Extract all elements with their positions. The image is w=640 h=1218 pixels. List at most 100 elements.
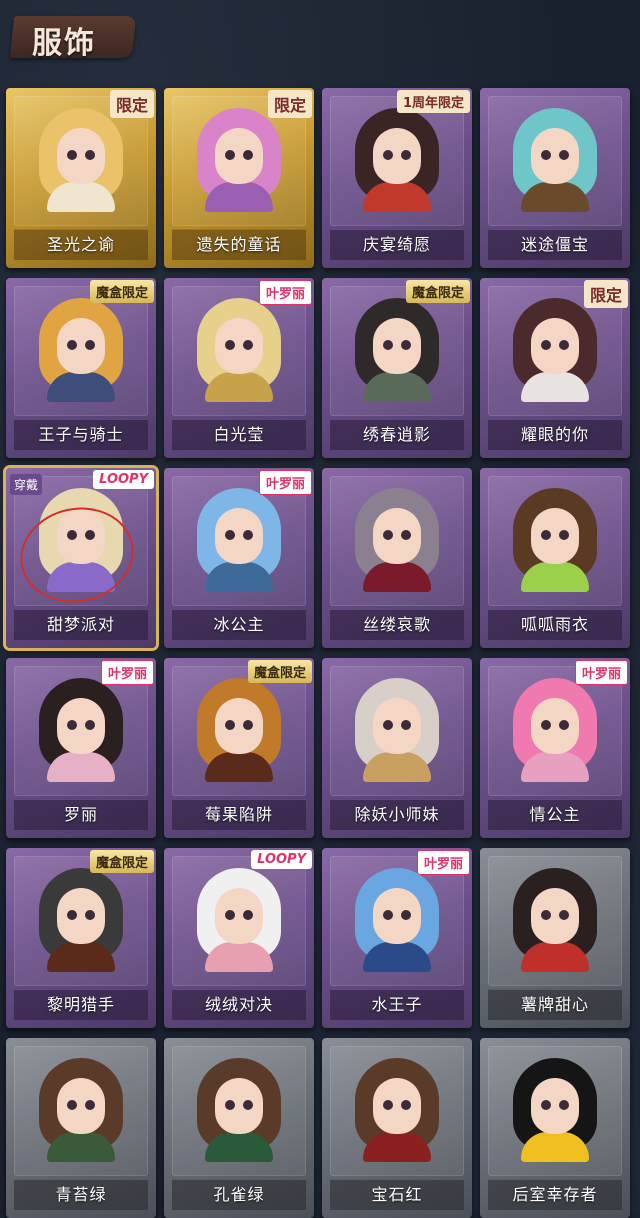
portrait-eye [541,340,551,350]
portrait-face [57,1078,105,1134]
portrait-eye [559,530,569,540]
portrait-eye [243,720,253,730]
costume-card[interactable]: LOOPY 绒绒对决 [164,848,314,1028]
portrait-face [57,888,105,944]
card-badge: 魔盒限定 [405,280,470,303]
costume-name: 罗丽 [14,799,148,830]
costume-name: 庆宴绮愿 [330,229,464,260]
costume-card[interactable]: 魔盒限定 莓果陷阱 [164,658,314,838]
card-badge: 魔盒限定 [89,280,154,303]
costume-card[interactable]: 孔雀绿 [164,1038,314,1218]
character-portrait [187,102,291,212]
character-portrait [187,672,291,782]
portrait-eye [541,910,551,920]
character-portrait [187,292,291,402]
card-badge: 叶罗丽 [258,280,312,305]
portrait-face [215,1078,263,1134]
portrait-eye [541,1100,551,1110]
character-portrait [29,102,133,212]
character-portrait [29,672,133,782]
card-badge: 叶罗丽 [416,850,470,875]
portrait-eye [85,720,95,730]
portrait-face [373,318,421,374]
portrait-eye [225,720,235,730]
portrait-eye [225,530,235,540]
portrait-eye [383,910,393,920]
character-portrait [503,102,607,212]
portrait-eye [401,340,411,350]
portrait-eye [243,910,253,920]
costume-card[interactable]: 穿戴 LOOPY 甜梦派对 [6,468,156,648]
costume-card[interactable]: 叶罗丽 白光莹 [164,278,314,458]
costume-card[interactable]: 叶罗丽罗丽 [6,658,156,838]
card-badge: 叶罗丽 [258,470,312,495]
costume-card[interactable]: 魔盒限定 黎明猎手 [6,848,156,1028]
character-portrait [187,862,291,972]
costume-card[interactable]: 叶罗丽 水王子 [322,848,472,1028]
character-portrait [29,1052,133,1162]
portrait-eye [383,530,393,540]
card-badge: 叶罗丽 [100,660,154,685]
costume-name: 薯牌甜心 [488,989,622,1020]
character-portrait [187,482,291,592]
costume-card[interactable]: 后室幸存者 [480,1038,630,1218]
character-portrait [345,292,449,402]
costume-card[interactable]: 魔盒限定王子与骑士 [6,278,156,458]
portrait-eye [85,1100,95,1110]
costume-card[interactable]: 薯牌甜心 [480,848,630,1028]
card-badge: 限定 [583,280,628,308]
costume-card[interactable]: 青苔绿 [6,1038,156,1218]
page-title: 服饰 [32,26,96,61]
portrait-face [531,128,579,184]
portrait-eye [559,720,569,730]
portrait-eye [225,1100,235,1110]
costume-card[interactable]: 限定 遗失的童话 [164,88,314,268]
portrait-eye [383,720,393,730]
card-badge: 限定 [109,90,154,118]
costume-name: 耀眼的你 [488,419,622,450]
portrait-face [531,1078,579,1134]
portrait-face [373,128,421,184]
costume-card[interactable]: 除妖小师妹 [322,658,472,838]
costume-card[interactable]: 魔盒限定 绣春逍影 [322,278,472,458]
portrait-eye [67,910,77,920]
costume-card[interactable]: 1周年限定庆宴绮愿 [322,88,472,268]
costume-card[interactable]: 限定圣光之谕 [6,88,156,268]
costume-name: 冰公主 [172,609,306,640]
costume-card[interactable]: 限定耀眼的你 [480,278,630,458]
portrait-eye [67,150,77,160]
portrait-face [215,128,263,184]
portrait-face [57,128,105,184]
portrait-face [531,698,579,754]
portrait-eye [225,340,235,350]
costume-card[interactable]: 宝石红 [322,1038,472,1218]
costume-card[interactable]: 迷途僵宝 [480,88,630,268]
costume-name: 王子与骑士 [14,419,148,450]
portrait-eye [541,720,551,730]
character-portrait [187,1052,291,1162]
card-badge: 1周年限定 [396,90,470,113]
costume-name: 绒绒对决 [172,989,306,1020]
portrait-eye [401,530,411,540]
character-portrait [29,862,133,972]
character-portrait [345,482,449,592]
portrait-eye [243,530,253,540]
portrait-face [57,318,105,374]
costume-card[interactable]: 叶罗丽 情公主 [480,658,630,838]
costume-name: 宝石红 [330,1179,464,1210]
portrait-eye [85,910,95,920]
card-badge: LOOPY [251,850,312,869]
costume-name: 圣光之谕 [14,229,148,260]
portrait-face [531,508,579,564]
portrait-eye [559,340,569,350]
costume-name: 莓果陷阱 [172,799,306,830]
portrait-face [215,698,263,754]
portrait-face [57,698,105,754]
portrait-eye [243,340,253,350]
costume-card[interactable]: 叶罗丽冰公主 [164,468,314,648]
portrait-eye [559,1100,569,1110]
costume-card[interactable]: 丝缕哀歌 [322,468,472,648]
portrait-eye [85,340,95,350]
costume-card[interactable]: 呱呱雨衣 [480,468,630,648]
portrait-eye [541,530,551,540]
